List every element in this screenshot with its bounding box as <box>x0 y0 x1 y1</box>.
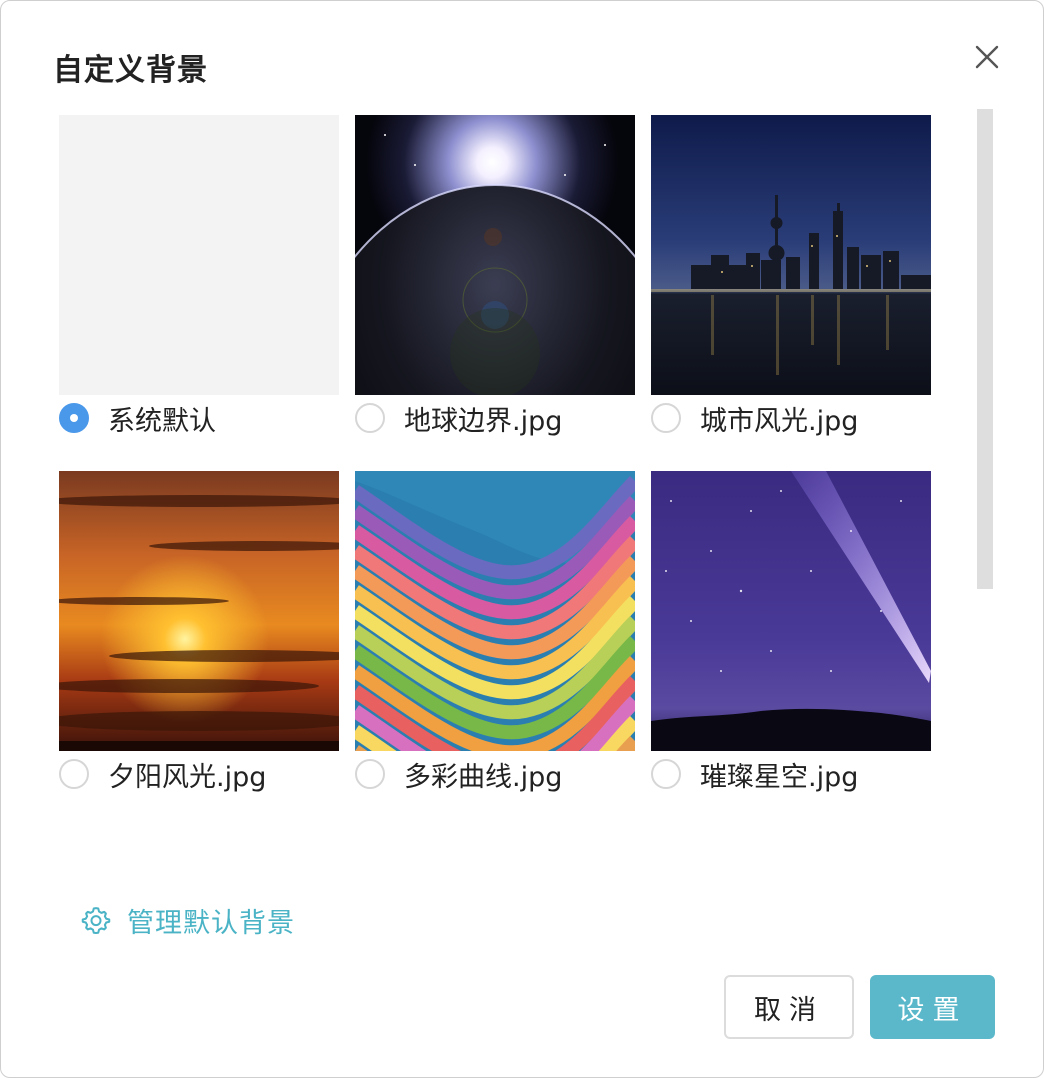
background-option-label: 地球边界.jpg <box>404 405 563 437</box>
close-icon[interactable] <box>969 39 1005 75</box>
thumbnail-sunset[interactable] <box>59 471 339 751</box>
thumbnail-system-default[interactable] <box>59 115 339 395</box>
background-option-caption[interactable]: 璀璨星空.jpg <box>651 757 859 793</box>
background-option-label: 城市风光.jpg <box>700 405 859 437</box>
set-button[interactable]: 设置 <box>870 975 995 1039</box>
background-option-caption[interactable]: 地球边界.jpg <box>355 401 563 437</box>
scrollbar-thumb[interactable] <box>977 109 993 589</box>
background-option-rainbow[interactable]: 多彩曲线.jpg <box>355 471 635 793</box>
background-option-starry-sky[interactable]: 璀璨星空.jpg <box>651 471 931 793</box>
radio-button[interactable] <box>651 403 681 433</box>
background-option-earth-edge[interactable]: 地球边界.jpg <box>355 115 635 437</box>
dialog-title: 自定义背景 <box>53 53 208 88</box>
cancel-button[interactable]: 取消 <box>724 975 854 1039</box>
radio-button[interactable] <box>651 759 681 789</box>
radio-button[interactable] <box>355 403 385 433</box>
background-option-caption[interactable]: 多彩曲线.jpg <box>355 757 563 793</box>
custom-background-dialog: 自定义背景 系统默认 地球边界.jpg 城市风光.jpg 夕阳风光.jpg 多彩… <box>0 0 1044 1078</box>
gear-icon <box>81 907 111 934</box>
background-option-city[interactable]: 城市风光.jpg <box>651 115 931 437</box>
background-option-label: 璀璨星空.jpg <box>700 761 859 793</box>
background-option-default[interactable]: 系统默认 <box>59 115 339 437</box>
radio-button[interactable] <box>59 403 89 433</box>
thumbnail-rainbow-waves[interactable] <box>355 471 635 751</box>
radio-button[interactable] <box>355 759 385 789</box>
thumbnail-city-skyline[interactable] <box>651 115 931 395</box>
radio-button[interactable] <box>59 759 89 789</box>
background-option-label: 系统默认 <box>108 405 216 437</box>
thumbnail-planet-horizon[interactable] <box>355 115 635 395</box>
background-option-caption[interactable]: 城市风光.jpg <box>651 401 859 437</box>
thumbnail-starry-sky[interactable] <box>651 471 931 751</box>
manage-default-backgrounds-link[interactable]: 管理默认背景 <box>81 901 295 939</box>
background-option-sunset[interactable]: 夕阳风光.jpg <box>59 471 339 793</box>
manage-link-label: 管理默认背景 <box>127 907 295 939</box>
background-option-label: 多彩曲线.jpg <box>404 761 563 793</box>
background-option-label: 夕阳风光.jpg <box>108 761 267 793</box>
background-option-caption[interactable]: 系统默认 <box>59 401 216 437</box>
background-option-caption[interactable]: 夕阳风光.jpg <box>59 757 267 793</box>
